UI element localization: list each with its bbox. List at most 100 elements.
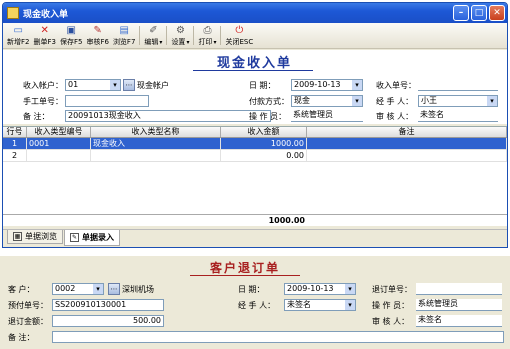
manual-no-field[interactable]	[65, 95, 149, 107]
power-icon: ⏻	[235, 24, 244, 36]
type-code-cell[interactable]	[27, 150, 91, 161]
heading-underline	[190, 275, 300, 276]
handler-select[interactable]: 小王	[418, 95, 498, 107]
prepay-no-label: 预付单号：	[8, 301, 48, 310]
prepay-no-field[interactable]: SS200910130001	[52, 299, 164, 311]
account-name: 现金帐户	[137, 81, 169, 90]
refund-amount-field[interactable]: 500.00	[52, 315, 164, 327]
remark-field[interactable]: 20091013现金收入	[65, 110, 271, 122]
operator-value: 系统管理员	[291, 110, 363, 122]
column-header[interactable]: 收入金额	[221, 127, 307, 137]
delete-button[interactable]: ✕ 删单F3	[31, 24, 57, 47]
total-amount: 1000.00	[268, 216, 305, 225]
receipt-heading: 现金收入单	[217, 56, 293, 71]
account-select[interactable]: 01	[65, 79, 121, 91]
settings-menu-button[interactable]: ⚙ 设置▾	[169, 24, 191, 47]
handler-select[interactable]: 未签名	[284, 299, 356, 311]
tab-strip: ▦ 单据浏览 ✎ 单据录入	[3, 229, 507, 247]
column-header[interactable]: 备注	[307, 127, 507, 137]
edit-label: 编辑▾	[144, 38, 163, 46]
income-grid[interactable]: 行号 收入类型编号 收入类型名称 收入金额 备注 1 0001 现金收入 100…	[3, 126, 507, 226]
note-cell[interactable]	[307, 150, 507, 161]
column-header[interactable]: 收入类型编号	[27, 127, 91, 137]
window-title: 现金收入单	[23, 9, 69, 20]
pay-method-select[interactable]: 现金	[291, 95, 363, 107]
new-label: 新增F2	[7, 38, 30, 46]
heading-underline	[193, 70, 313, 71]
browse-icon: ▤	[119, 24, 129, 36]
tab-entry-label: 单据录入	[82, 233, 114, 242]
grid-total-row: 1000.00	[3, 214, 507, 226]
minimize-button[interactable]: –	[453, 5, 469, 21]
table-row[interactable]: 1 0001 现金收入 1000.00	[3, 138, 507, 150]
customer-select[interactable]: 0002	[52, 283, 104, 295]
edit-menu-button[interactable]: ✐ 编辑▾	[142, 24, 164, 47]
tab-browse-label: 单据浏览	[25, 232, 57, 241]
date-label: 日 期：	[238, 285, 265, 294]
date-picker[interactable]: 2009-10-13	[284, 283, 356, 295]
receipt-window: 现金收入单 – □ ✕ ▭ 新增F2 ✕ 删单F3 ▣ 保存F5 ✎ 审核F6 ▤ 浏览F…	[2, 2, 508, 248]
print-menu-button[interactable]: ⎙ 打印▾	[196, 24, 218, 47]
save-button[interactable]: ▣ 保存F5	[58, 24, 84, 47]
pay-method-label: 付款方式：	[249, 97, 289, 106]
delete-label: 删单F3	[33, 38, 56, 46]
type-name-cell[interactable]: 现金收入	[91, 138, 221, 149]
manual-no-label: 手工单号：	[23, 97, 63, 106]
new-document-icon: ▭	[13, 24, 23, 36]
toolbar: ▭ 新增F2 ✕ 删单F3 ▣ 保存F5 ✎ 审核F6 ▤ 浏览F7 ✐ 编辑▾ ⚙ 设置▾ …	[3, 23, 507, 49]
type-name-cell[interactable]	[91, 150, 221, 161]
date-picker[interactable]: 2009-10-13	[291, 79, 363, 91]
amount-cell[interactable]: 0.00	[221, 150, 307, 161]
edit-icon: ✐	[149, 24, 158, 36]
app-icon	[7, 7, 19, 19]
account-lookup-icon[interactable]: ⋯	[123, 79, 135, 91]
column-header[interactable]: 行号	[3, 127, 27, 137]
handler-label: 经 手 人：	[376, 97, 414, 106]
doc-no-value	[418, 79, 498, 91]
remark-label: 备 注：	[8, 333, 35, 342]
customer-lookup-icon[interactable]: ⋯	[108, 283, 120, 295]
account-label: 收入帐户：	[23, 81, 63, 90]
close-window-button[interactable]: ✕	[489, 5, 505, 21]
handler-label: 经 手 人：	[238, 301, 276, 310]
table-row[interactable]: 2 0.00	[3, 150, 507, 162]
maximize-button[interactable]: □	[471, 5, 487, 21]
toolbar-separator	[220, 26, 222, 45]
close-label: 关闭ESC	[225, 38, 254, 46]
new-button[interactable]: ▭ 新增F2	[5, 24, 31, 47]
doc-no-label: 收入单号：	[376, 81, 416, 90]
auditor-value: 未签名	[418, 110, 498, 122]
auditor-label: 审 核 人：	[376, 112, 414, 121]
refund-heading: 客户退订单	[210, 261, 281, 275]
browse-label: 浏览F7	[112, 38, 136, 46]
browse-button[interactable]: ▤ 浏览F7	[111, 24, 137, 47]
pencil-icon: ✎	[70, 233, 79, 242]
remark-field[interactable]	[52, 331, 504, 343]
audit-button[interactable]: ✎ 审核F6	[84, 24, 110, 47]
save-icon: ▣	[66, 24, 76, 36]
tab-entry[interactable]: ✎ 单据录入	[64, 230, 120, 246]
note-cell[interactable]	[307, 138, 507, 149]
refund-form: 客户退订单 客 户： 0002 ⋯ 深圳机场 预付单号： SS200910130…	[0, 256, 510, 349]
remark-label: 备 注：	[23, 112, 50, 121]
title-bar: 现金收入单 – □ ✕	[3, 3, 507, 23]
audit-icon: ✎	[93, 24, 102, 36]
delete-icon: ✕	[40, 24, 49, 36]
grid-header: 行号 收入类型编号 收入类型名称 收入金额 备注	[3, 127, 507, 138]
auditor-label: 审 核 人：	[372, 317, 410, 326]
column-header[interactable]: 收入类型名称	[91, 127, 221, 137]
type-code-cell[interactable]: 0001	[27, 138, 91, 149]
print-label: 打印▾	[198, 38, 217, 46]
print-icon: ⎙	[203, 24, 212, 36]
amount-cell[interactable]: 1000.00	[221, 138, 307, 149]
close-button[interactable]: ⏻ 关闭ESC	[223, 24, 255, 47]
toolbar-separator	[193, 26, 195, 45]
customer-label: 客 户：	[8, 285, 35, 294]
operator-label: 操 作 员：	[249, 112, 287, 121]
toolbar-separator	[139, 26, 141, 45]
tab-browse[interactable]: ▦ 单据浏览	[7, 230, 63, 244]
operator-label: 操 作 员：	[372, 301, 410, 310]
grid-icon: ▦	[13, 232, 22, 241]
receipt-form: 现金收入单 收入帐户： 01 ⋯ 现金帐户 手工单号： 备 注： 2009101…	[3, 50, 507, 124]
customer-name: 深圳机场	[122, 285, 154, 294]
